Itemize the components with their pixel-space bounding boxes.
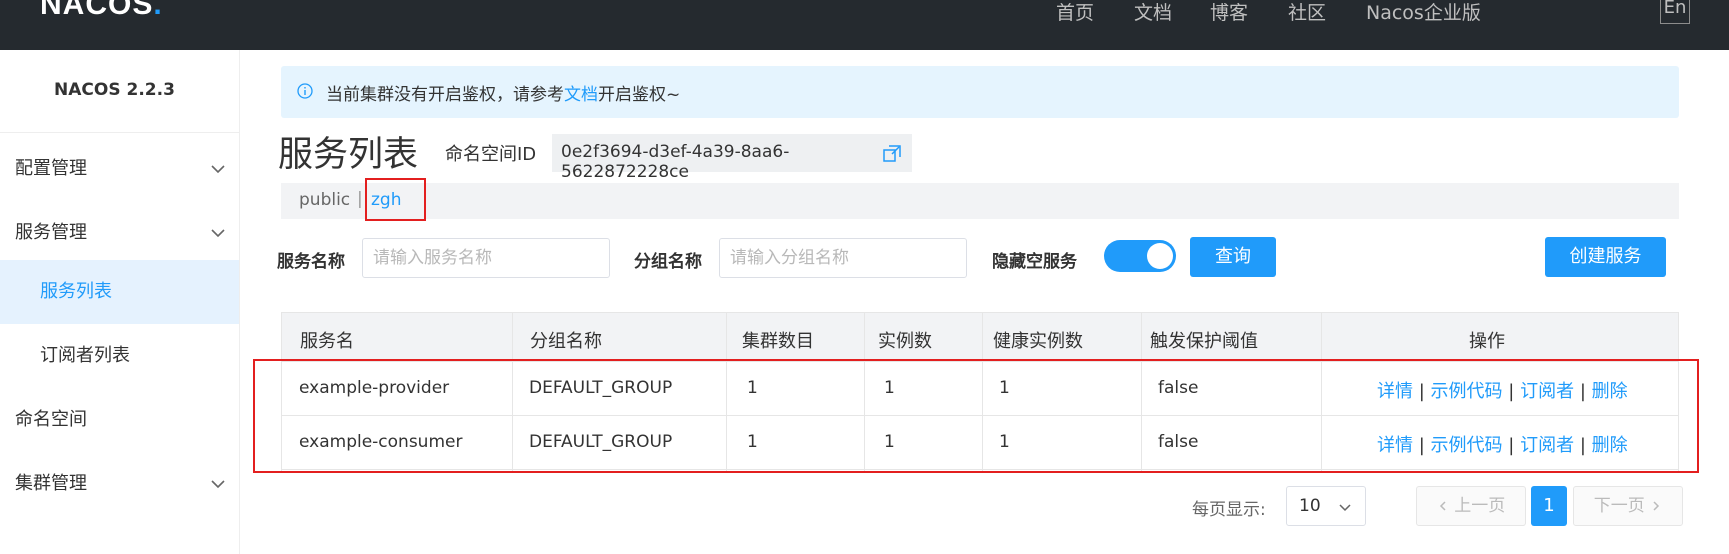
column-header: 操作 <box>1469 331 1505 352</box>
namespace-id-label: 命名空间ID <box>445 144 537 165</box>
sidebar-item-label: 服务管理 <box>15 222 87 243</box>
column-header: 健康实例数 <box>993 331 1083 352</box>
nav-community[interactable]: 社区 <box>1288 0 1326 25</box>
info-icon <box>297 83 313 99</box>
group-name-input[interactable] <box>720 239 966 277</box>
group-name-label: 分组名称 <box>634 252 702 272</box>
sidebar-item-label: 服务列表 <box>40 281 112 302</box>
toggle-knob <box>1147 243 1173 269</box>
chevron-down-icon <box>211 229 225 238</box>
service-name-field <box>362 238 610 278</box>
column-header: 服务名 <box>300 331 354 352</box>
service-name-input[interactable] <box>363 239 609 277</box>
page-size-value: 10 <box>1299 496 1321 516</box>
highlight-box-rows <box>253 359 1699 473</box>
chevron-right-icon <box>1653 501 1660 511</box>
top-navbar: NACOS. 首页 文档 博客 社区 Nacos企业版 En <box>0 0 1729 50</box>
nacos-logo[interactable]: NACOS. <box>40 0 163 22</box>
sidebar-item-label: 配置管理 <box>15 158 87 179</box>
page-number-current[interactable]: 1 <box>1531 486 1567 526</box>
docs-link[interactable]: 文档 <box>564 85 598 105</box>
namespace-separator: | <box>357 189 363 209</box>
logo-dot: . <box>153 0 163 21</box>
chevron-down-icon <box>211 480 225 489</box>
column-header: 集群数目 <box>742 331 814 352</box>
prev-page-label: 上一页 <box>1454 496 1506 516</box>
namespace-id-value: 0e2f3694-d3ef-4a39-8aa6-5622872228ce <box>561 142 790 182</box>
sidebar-item-namespace[interactable]: 命名空间 <box>0 388 239 452</box>
sidebar-item-subscriber-list[interactable]: 订阅者列表 <box>0 324 239 388</box>
sidebar-item-label: 命名空间 <box>15 409 87 430</box>
column-header: 分组名称 <box>530 331 602 352</box>
column-header: 实例数 <box>878 331 932 352</box>
highlight-box-namespace <box>365 178 426 221</box>
nav-docs[interactable]: 文档 <box>1134 0 1172 25</box>
query-button[interactable]: 查询 <box>1190 237 1276 277</box>
notice-text-before: 当前集群没有开启鉴权，请参考 <box>326 85 564 105</box>
chevron-down-icon <box>211 165 225 174</box>
nav-home[interactable]: 首页 <box>1056 0 1094 25</box>
page-size-select[interactable]: 10 <box>1286 486 1366 526</box>
notice-text: 当前集群没有开启鉴权，请参考文档开启鉴权~ <box>326 80 680 105</box>
sidebar-item-service-list[interactable]: 服务列表 <box>0 260 239 324</box>
language-switch-button[interactable]: En <box>1660 0 1690 24</box>
nav-enterprise[interactable]: Nacos企业版 <box>1366 0 1481 25</box>
namespace-tabs: public | zgh <box>281 183 1679 219</box>
logo-text: NACOS <box>40 0 154 21</box>
namespace-tab-public[interactable]: public <box>299 190 350 210</box>
chevron-down-icon <box>1339 504 1351 512</box>
next-page-label: 下一页 <box>1593 496 1645 516</box>
copy-icon[interactable] <box>882 144 902 164</box>
create-service-button[interactable]: 创建服务 <box>1545 237 1666 277</box>
chevron-left-icon <box>1439 501 1446 511</box>
sidebar: NACOS 2.2.3 配置管理 服务管理 服务列表 订阅者列表 命名空间 集群… <box>0 50 240 554</box>
prev-page-button[interactable]: 上一页 <box>1416 486 1526 526</box>
per-page-label: 每页显示: <box>1192 500 1266 520</box>
hide-empty-label: 隐藏空服务 <box>992 252 1077 272</box>
page-title: 服务列表 <box>278 135 419 175</box>
sidebar-item-label: 订阅者列表 <box>40 345 130 366</box>
group-name-field <box>719 238 967 278</box>
sidebar-divider <box>0 132 239 133</box>
service-name-label: 服务名称 <box>277 252 345 272</box>
nav-blog[interactable]: 博客 <box>1210 0 1248 25</box>
sidebar-item-service-management[interactable]: 服务管理 <box>0 201 239 265</box>
next-page-button[interactable]: 下一页 <box>1573 486 1683 526</box>
namespace-id-box: 0e2f3694-d3ef-4a39-8aa6-5622872228ce <box>552 134 912 182</box>
auth-notice-banner: 当前集群没有开启鉴权，请参考文档开启鉴权~ <box>281 66 1679 118</box>
sidebar-item-config-management[interactable]: 配置管理 <box>0 137 239 201</box>
version-label: NACOS 2.2.3 <box>54 80 175 100</box>
hide-empty-toggle[interactable] <box>1104 240 1176 272</box>
notice-text-after: 开启鉴权~ <box>598 85 681 105</box>
sidebar-item-label: 集群管理 <box>15 473 87 494</box>
sidebar-item-cluster-management[interactable]: 集群管理 <box>0 452 239 516</box>
column-header: 触发保护阈值 <box>1150 331 1258 352</box>
table-header: 服务名 分组名称 集群数目 实例数 健康实例数 触发保护阈值 操作 <box>281 312 1679 362</box>
